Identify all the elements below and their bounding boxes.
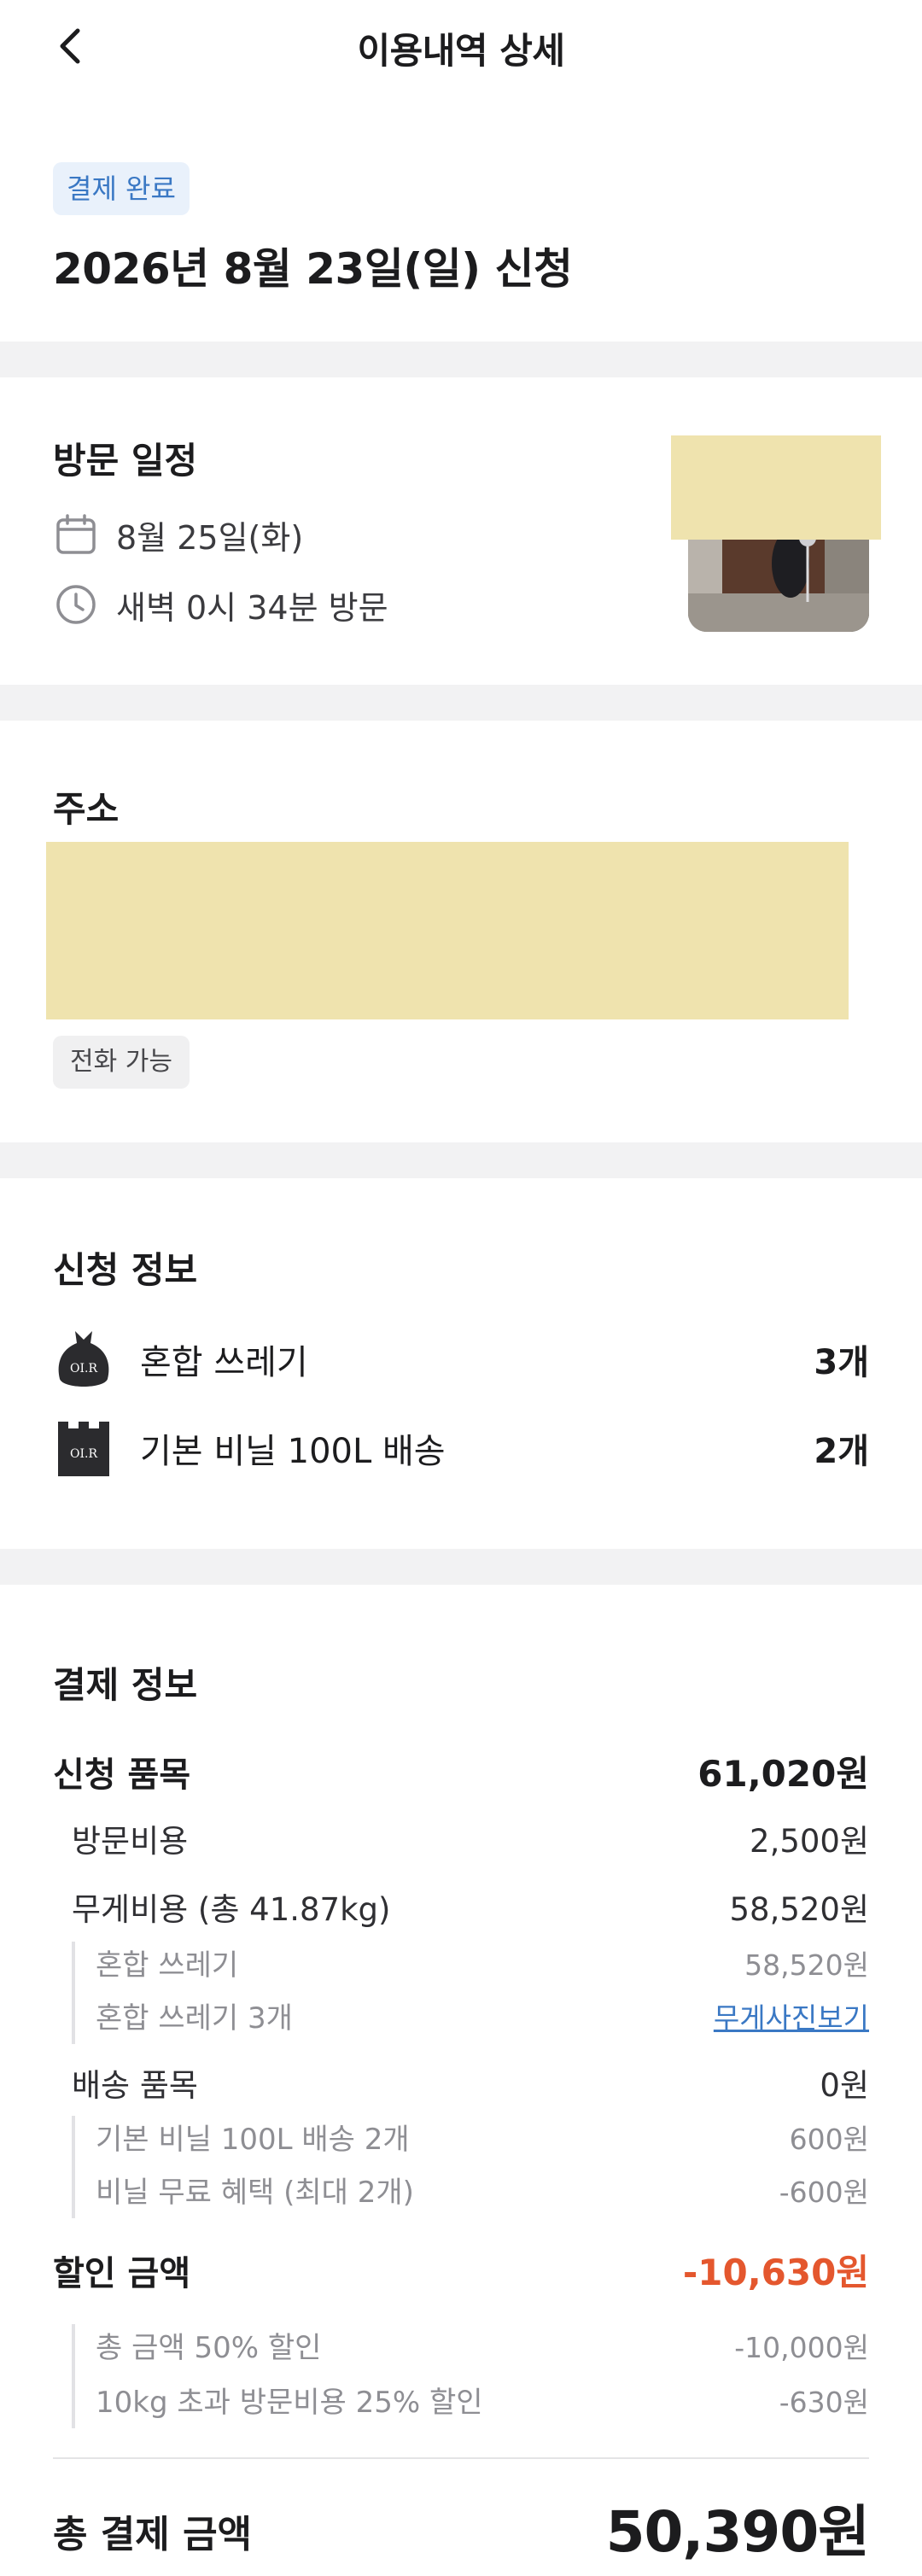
item-quantity: 2개 bbox=[814, 1432, 869, 1471]
applied-items-value: 61,020원 bbox=[697, 1753, 869, 1795]
total-value: 50,390원 bbox=[605, 2499, 870, 2565]
clock-icon bbox=[53, 581, 99, 628]
trash-bag-icon: OI.R bbox=[53, 1327, 114, 1392]
section-divider bbox=[0, 685, 922, 721]
item-name: 혼합 쓰레기 bbox=[140, 1343, 308, 1382]
delivery-label: 배송 품목 bbox=[72, 2067, 198, 2104]
weight-detail-label: 혼합 쓰레기 3개 bbox=[96, 2001, 293, 2036]
weight-fee-value: 58,520원 bbox=[729, 1891, 869, 1928]
visit-fee-label: 방문비용 bbox=[72, 1823, 189, 1860]
section-divider bbox=[0, 342, 922, 377]
item-quantity: 3개 bbox=[814, 1343, 869, 1382]
list-item: OI.R 혼합 쓰레기 3개 bbox=[53, 1325, 869, 1393]
delivery-detail-label: 비닐 무료 혜택 (최대 2개) bbox=[96, 2176, 414, 2210]
weight-detail-label: 혼합 쓰레기 bbox=[96, 1948, 239, 1983]
delivery-detail-row: 비닐 무료 혜택 (최대 2개) -600원 bbox=[96, 2169, 869, 2211]
delivery-detail-row: 기본 비닐 100L 배송 2개 600원 bbox=[96, 2116, 869, 2158]
section-divider bbox=[0, 1549, 922, 1585]
delivery-value: 0원 bbox=[820, 2067, 869, 2104]
visit-fee-row: 방문비용 2,500원 bbox=[72, 1815, 869, 1861]
app-header: 이용내역 상세 bbox=[0, 0, 922, 94]
discount-detail-row: 총 금액 50% 할인 -10,000원 bbox=[96, 2324, 869, 2366]
section-divider bbox=[0, 1142, 922, 1178]
calendar-icon bbox=[53, 511, 99, 558]
address-redaction bbox=[46, 842, 849, 1019]
weight-fee-label: 무게비용 (총 41.87kg) bbox=[72, 1891, 391, 1928]
visit-date-row: 8월 25일(화) bbox=[53, 509, 303, 560]
phone-available-chip: 전화 가능 bbox=[53, 1036, 190, 1089]
discount-detail-value: -10,000원 bbox=[734, 2330, 869, 2364]
discount-detail-row: 10kg 초과 방문비용 25% 할인 -630원 bbox=[96, 2379, 869, 2421]
delivery-row: 배송 품목 0원 bbox=[72, 2059, 869, 2106]
discount-detail-value: -630원 bbox=[779, 2385, 869, 2419]
weight-detail-value: 58,520원 bbox=[744, 1948, 869, 1982]
photo-redaction bbox=[671, 435, 881, 540]
view-weight-photo-link[interactable]: 무게사진보기 bbox=[714, 1995, 869, 2036]
application-section-title: 신청 정보 bbox=[53, 1249, 198, 1291]
detail-bar bbox=[72, 1942, 75, 2044]
page-title: 이용내역 상세 bbox=[357, 30, 565, 72]
applied-items-label: 신청 품목 bbox=[53, 1755, 191, 1795]
delivery-detail-value: 600원 bbox=[789, 2122, 869, 2156]
discount-value: -10,630원 bbox=[682, 2252, 869, 2293]
total-label: 총 결제 금액 bbox=[53, 2513, 253, 2556]
bag-box-icon: OI.R bbox=[53, 1416, 114, 1481]
delivery-detail-label: 기본 비닐 100L 배송 2개 bbox=[96, 2123, 410, 2157]
item-name: 기본 비닐 100L 배송 bbox=[140, 1432, 446, 1471]
visit-date: 8월 25일(화) bbox=[116, 518, 304, 557]
applied-items-row: 신청 품목 61,020원 bbox=[53, 1745, 869, 1797]
weight-detail-row: 혼합 쓰레기 3개 무게사진보기 bbox=[96, 1995, 869, 2036]
payment-section-title: 결제 정보 bbox=[53, 1664, 198, 1706]
address-section-title: 주소 bbox=[53, 788, 120, 830]
discount-detail-label: 총 금액 50% 할인 bbox=[96, 2331, 322, 2365]
detail-bar bbox=[72, 2324, 75, 2428]
visit-section-title: 방문 일정 bbox=[53, 440, 198, 482]
visit-fee-value: 2,500원 bbox=[750, 1823, 869, 1860]
delivery-detail-value: -600원 bbox=[779, 2175, 869, 2209]
visit-time: 새벽 0시 34분 방문 bbox=[116, 588, 388, 627]
applied-date: 2026년 8월 23일(일) 신청 bbox=[53, 244, 573, 294]
svg-text:OI.R: OI.R bbox=[70, 1362, 97, 1376]
status-badge: 결제 완료 bbox=[53, 162, 190, 215]
discount-detail-label: 10kg 초과 방문비용 25% 할인 bbox=[96, 2386, 483, 2420]
svg-text:OI.R: OI.R bbox=[70, 1447, 97, 1461]
visit-time-row: 새벽 0시 34분 방문 bbox=[53, 579, 388, 630]
discount-row: 할인 금액 -10,630원 bbox=[53, 2244, 869, 2296]
weight-fee-row: 무게비용 (총 41.87kg) 58,520원 bbox=[72, 1884, 869, 1930]
weight-detail-row: 혼합 쓰레기 58,520원 bbox=[96, 1942, 869, 1983]
discount-label: 할인 금액 bbox=[53, 2253, 191, 2293]
total-divider bbox=[53, 2457, 869, 2459]
list-item: OI.R 기본 비닐 100L 배송 2개 bbox=[53, 1414, 869, 1482]
detail-bar bbox=[72, 2116, 75, 2218]
